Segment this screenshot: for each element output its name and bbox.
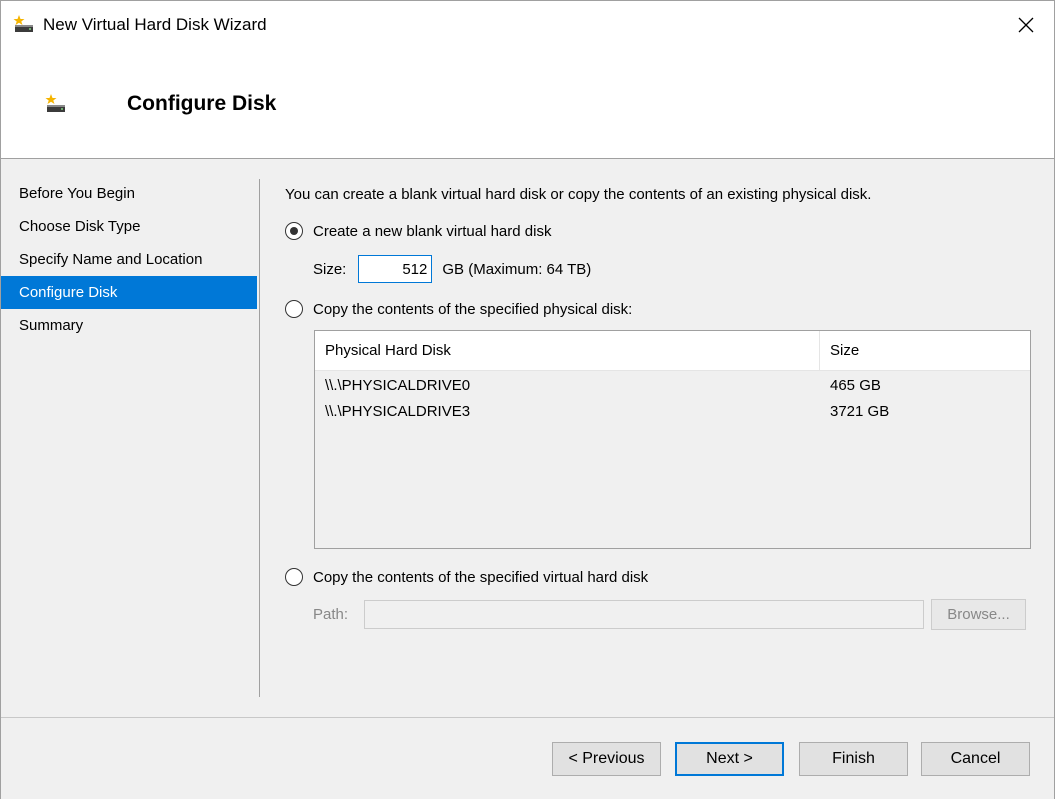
disk-name-cell: \\.\PHYSICALDRIVE3 [325, 402, 471, 420]
previous-button[interactable]: < Previous [552, 742, 661, 776]
table-row[interactable]: \\.\PHYSICALDRIVE0 465 GB [315, 372, 1030, 398]
path-row: Path: Browse... [313, 599, 1026, 630]
wizard-header: Configure Disk [1, 49, 1054, 159]
wizard-window: New Virtual Hard Disk Wizard Configure D… [0, 0, 1055, 799]
radio-copy-virtual-disk[interactable] [285, 568, 303, 586]
wizard-body: Before You Begin Choose Disk Type Specif… [1, 159, 1054, 717]
next-button[interactable]: Next > [675, 742, 784, 776]
close-button[interactable] [998, 1, 1054, 49]
nav-item-specify-name-location[interactable]: Specify Name and Location [1, 243, 257, 276]
close-icon [1018, 17, 1034, 33]
table-row[interactable]: \\.\PHYSICALDRIVE3 3721 GB [315, 398, 1030, 424]
page-title: Configure Disk [127, 92, 277, 115]
option-new-blank-disk[interactable]: Create a new blank virtual hard disk [285, 222, 551, 240]
finish-button[interactable]: Finish [799, 742, 908, 776]
radio-label: Copy the contents of the specified physi… [313, 300, 633, 318]
list-header: Physical Hard Disk Size [315, 331, 1030, 371]
wizard-footer: < Previous Next > Finish Cancel [1, 717, 1054, 799]
option-copy-virtual-disk[interactable]: Copy the contents of the specified virtu… [285, 568, 648, 586]
radio-new-blank-disk[interactable] [285, 222, 303, 240]
radio-label: Create a new blank virtual hard disk [313, 222, 552, 240]
disk-name-cell: \\.\PHYSICALDRIVE0 [325, 376, 471, 394]
nav-item-choose-disk-type[interactable]: Choose Disk Type [1, 210, 257, 243]
path-label: Path: [313, 606, 349, 623]
disk-size-cell: 465 GB [830, 376, 881, 394]
option-copy-physical-disk[interactable]: Copy the contents of the specified physi… [285, 300, 632, 318]
radio-copy-physical-disk[interactable] [285, 300, 303, 318]
wizard-steps-nav: Before You Begin Choose Disk Type Specif… [1, 177, 257, 342]
title-bar: New Virtual Hard Disk Wizard [1, 1, 1054, 49]
intro-text: You can create a blank virtual hard disk… [285, 186, 872, 203]
radio-label: Copy the contents of the specified virtu… [313, 568, 649, 586]
window-title: New Virtual Hard Disk Wizard [43, 15, 267, 34]
nav-item-configure-disk[interactable]: Configure Disk [1, 276, 257, 309]
browse-button: Browse... [931, 599, 1026, 630]
column-header-physical-hard-disk[interactable]: Physical Hard Disk [315, 331, 820, 370]
disk-size-cell: 3721 GB [830, 402, 890, 420]
path-input [364, 600, 924, 629]
size-input[interactable] [358, 255, 433, 283]
cancel-button[interactable]: Cancel [921, 742, 1030, 776]
size-unit-text: GB (Maximum: 64 TB) [442, 260, 592, 278]
nav-item-before-you-begin[interactable]: Before You Begin [1, 177, 257, 210]
nav-item-summary[interactable]: Summary [1, 309, 257, 342]
physical-disk-list[interactable]: Physical Hard Disk Size \\.\PHYSICALDRIV… [314, 330, 1031, 549]
nav-divider [259, 179, 260, 697]
size-label: Size: [313, 260, 347, 278]
disk-wizard-icon [12, 14, 36, 36]
column-header-size[interactable]: Size [820, 331, 1030, 370]
disk-wizard-icon [44, 92, 68, 116]
configure-disk-panel: You can create a blank virtual hard disk… [285, 159, 1045, 717]
size-row: Size: GB (Maximum: 64 TB) [313, 255, 591, 283]
